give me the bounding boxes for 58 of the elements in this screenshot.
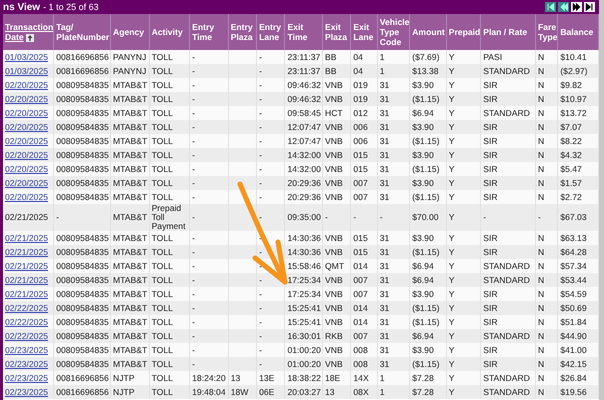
table-cell: $7.28 bbox=[410, 385, 446, 399]
column-header[interactable]: Balance bbox=[558, 14, 598, 50]
column-header[interactable]: Entry Plaza bbox=[228, 14, 257, 50]
sort-icon[interactable] bbox=[26, 34, 34, 42]
table-cell: 06E bbox=[256, 385, 285, 399]
table-cell: TOLL bbox=[149, 385, 190, 399]
date-link[interactable]: 02/21/2025 bbox=[5, 232, 48, 242]
date-link[interactable]: 02/21/2025 bbox=[5, 246, 48, 256]
date-link[interactable]: 02/20/2025 bbox=[5, 108, 48, 118]
table-cell: Y bbox=[446, 385, 481, 399]
table-cell: 19:48:04 bbox=[190, 385, 228, 399]
table-cell: 20:03:27 bbox=[284, 385, 322, 399]
table-cell: 08X bbox=[350, 385, 378, 399]
date-link[interactable]: 02/20/2025 bbox=[5, 192, 48, 202]
date-link[interactable]: 02/22/2025 bbox=[5, 316, 48, 326]
table-cell: 1 bbox=[377, 385, 410, 399]
date-link[interactable]: 02/20/2025 bbox=[5, 150, 48, 160]
table-cell: 00816696856 bbox=[54, 385, 111, 399]
column-header[interactable]: Vehicle Type Code bbox=[377, 14, 410, 50]
record-range: - 1 to 25 of 63 bbox=[43, 2, 99, 12]
next-page-button[interactable] bbox=[571, 2, 582, 12]
column-header[interactable]: Exit Plaza bbox=[322, 14, 351, 50]
date-link[interactable]: 02/20/2025 bbox=[5, 94, 48, 104]
column-header[interactable]: Amount bbox=[410, 14, 446, 50]
table-cell: STANDARD bbox=[480, 385, 536, 399]
column-header[interactable]: Exit Time bbox=[284, 14, 322, 50]
date-link[interactable]: 02/21/2025 bbox=[5, 288, 48, 298]
date-link[interactable]: 02/20/2025 bbox=[5, 164, 48, 174]
date-link[interactable]: 02/23/2025 bbox=[5, 344, 48, 354]
column-header[interactable]: Transaction Date bbox=[3, 14, 54, 50]
date-link[interactable]: 02/23/2025 bbox=[5, 372, 48, 382]
date-link[interactable]: 01/03/2025 bbox=[5, 66, 48, 76]
column-header[interactable]: Exit Lane bbox=[350, 14, 378, 50]
date-link[interactable]: 02/21/2025 bbox=[5, 260, 48, 270]
date-link[interactable]: 02/23/2025 bbox=[5, 386, 48, 396]
date-link[interactable]: 02/20/2025 bbox=[5, 80, 48, 90]
table-cell: 18W bbox=[228, 385, 257, 399]
table-cell: NJTP bbox=[110, 385, 150, 399]
date-link[interactable]: 02/20/2025 bbox=[5, 178, 48, 188]
last-page-button[interactable] bbox=[584, 2, 595, 12]
column-header[interactable]: Activity bbox=[149, 14, 190, 50]
table-cell: N bbox=[536, 385, 558, 399]
column-header[interactable]: Tag/ PlateNumber bbox=[54, 14, 111, 50]
column-header[interactable]: Plan / Rate bbox=[480, 14, 536, 50]
date-link[interactable]: 02/21/2025 bbox=[5, 274, 48, 284]
window-title: ns View bbox=[3, 2, 40, 12]
column-header[interactable]: Agency bbox=[110, 14, 150, 50]
date-link[interactable]: 02/20/2025 bbox=[5, 136, 48, 146]
date-link[interactable]: 01/03/2025 bbox=[5, 52, 48, 62]
date-link[interactable]: 02/20/2025 bbox=[5, 122, 48, 132]
date-link[interactable]: 02/22/2025 bbox=[5, 330, 48, 340]
column-header[interactable]: Fare Type bbox=[536, 14, 558, 50]
date-link[interactable]: 02/22/2025 bbox=[5, 302, 48, 312]
column-header[interactable]: Entry Lane bbox=[256, 14, 285, 50]
column-header[interactable]: Prepaid bbox=[446, 14, 481, 50]
table-cell: 13 bbox=[322, 385, 351, 399]
date-link[interactable]: 02/23/2025 bbox=[5, 358, 48, 368]
column-header[interactable]: Entry Time bbox=[190, 14, 228, 50]
